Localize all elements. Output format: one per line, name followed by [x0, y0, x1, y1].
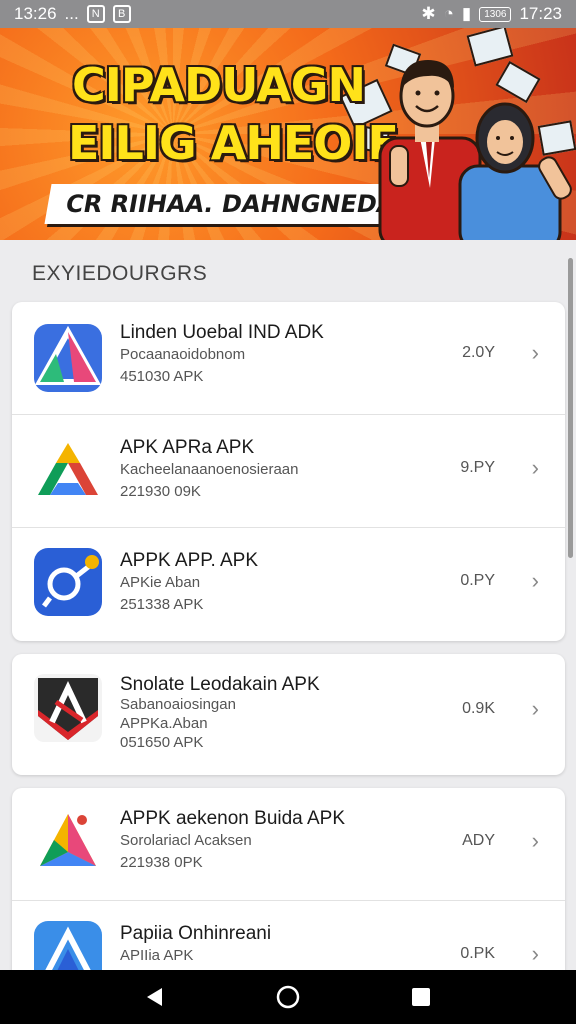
link-icon — [34, 548, 102, 616]
chevron-right-icon[interactable]: › — [532, 696, 539, 722]
status-clock: 17:23 — [519, 4, 562, 23]
app-size-info: 051650 APK — [120, 734, 204, 751]
navigation-bar — [0, 970, 576, 1024]
status-extra: ... — [64, 4, 79, 23]
app-name: Snolate Leodakain APK — [120, 674, 320, 695]
bluetooth-icon: ✱ — [421, 4, 436, 23]
list-item[interactable]: APPK APP. APK APKie Aban 251338 APK 0.PY… — [12, 528, 565, 641]
app-description: Sorolariacl Acaksen — [120, 832, 252, 849]
app-size-info: 221938 0PK — [120, 854, 203, 871]
app-version: 2.0Y — [462, 344, 495, 361]
color-triangle-icon — [34, 808, 102, 876]
app-list-card: APPK aekenon Buida APK Sorolariacl Acaks… — [12, 788, 565, 978]
scrollbar[interactable] — [568, 258, 573, 558]
home-icon[interactable] — [275, 984, 301, 1010]
battery-icon: 1306 — [479, 6, 512, 22]
recents-icon[interactable] — [410, 986, 432, 1008]
chevron-right-icon[interactable]: › — [532, 455, 539, 481]
app-description-2: APPKa.Aban — [120, 715, 208, 732]
list-item[interactable]: Linden Uoebal IND ADK Pocaanaoidobnom 45… — [12, 302, 565, 415]
back-icon[interactable] — [144, 986, 166, 1008]
banner-title-line1: CIPADUAGN — [72, 58, 366, 112]
app-size-info: 221930 09K — [120, 483, 201, 500]
list-item[interactable]: Papiia Onhinreani APIIia APK 0.PK › — [12, 901, 565, 978]
status-time: 13:26 — [14, 4, 57, 23]
list-item[interactable]: APPK aekenon Buida APK Sorolariacl Acaks… — [12, 788, 565, 901]
app-version: 0.9K — [462, 700, 495, 717]
chevron-right-icon[interactable]: › — [532, 828, 539, 854]
signal-icon: ▮ — [461, 4, 472, 23]
chevron-right-icon[interactable]: › — [532, 941, 539, 967]
app-name: APK APRa APK — [120, 437, 255, 458]
app-description: Kacheelanaanoenosieraan — [120, 461, 299, 478]
chevron-right-icon[interactable]: › — [532, 340, 539, 366]
app-list-card: Linden Uoebal IND ADK Pocaanaoidobnom 45… — [12, 302, 565, 641]
app-version: 0.PY — [460, 572, 495, 589]
shield-a-icon — [34, 674, 102, 742]
section-title: EXYIEDOURGRS — [32, 262, 208, 285]
app-size-info: 451030 APK — [120, 368, 204, 385]
app-name: APPK APP. APK — [120, 550, 259, 571]
notification-icon: N — [86, 5, 105, 23]
list-item[interactable]: APK APRa APK Kacheelanaanoenosieraan 221… — [12, 415, 565, 528]
list-item[interactable]: Snolate Leodakain APK Sabanoaiosingan AP… — [12, 654, 565, 775]
app-description: APIIia APK — [120, 947, 194, 964]
status-bar: 13:26 ... N B ✱ ◔ ▮ 1306 17:23 — [0, 0, 576, 28]
notification-icon-2: B — [112, 5, 131, 23]
app-description: Sabanoaiosingan — [120, 696, 236, 713]
promo-banner[interactable]: CIPADUAGN EILIG AHEOIE CR RIIHAA. DAHNGN… — [0, 28, 576, 240]
app-description: APKie Aban — [120, 574, 201, 591]
app-version: 0.PK — [460, 945, 495, 962]
app-size-info: 251338 APK — [120, 596, 204, 613]
app-name: APPK aekenon Buida APK — [120, 808, 345, 829]
app-description: Pocaanaoidobnom — [120, 346, 246, 363]
wifi-icon: ◔ — [443, 4, 454, 23]
triangle-blue-icon — [34, 324, 102, 392]
app-list-card: Snolate Leodakain APK Sabanoaiosingan AP… — [12, 654, 565, 775]
app-version: ADY — [462, 832, 495, 849]
chevron-right-icon[interactable]: › — [532, 568, 539, 594]
app-version: 9.PY — [460, 459, 495, 476]
app-name: Papiia Onhinreani — [120, 923, 272, 944]
banner-people-illustration — [378, 60, 572, 240]
drive-triangle-icon — [34, 437, 102, 505]
app-name: Linden Uoebal IND ADK — [120, 322, 324, 343]
